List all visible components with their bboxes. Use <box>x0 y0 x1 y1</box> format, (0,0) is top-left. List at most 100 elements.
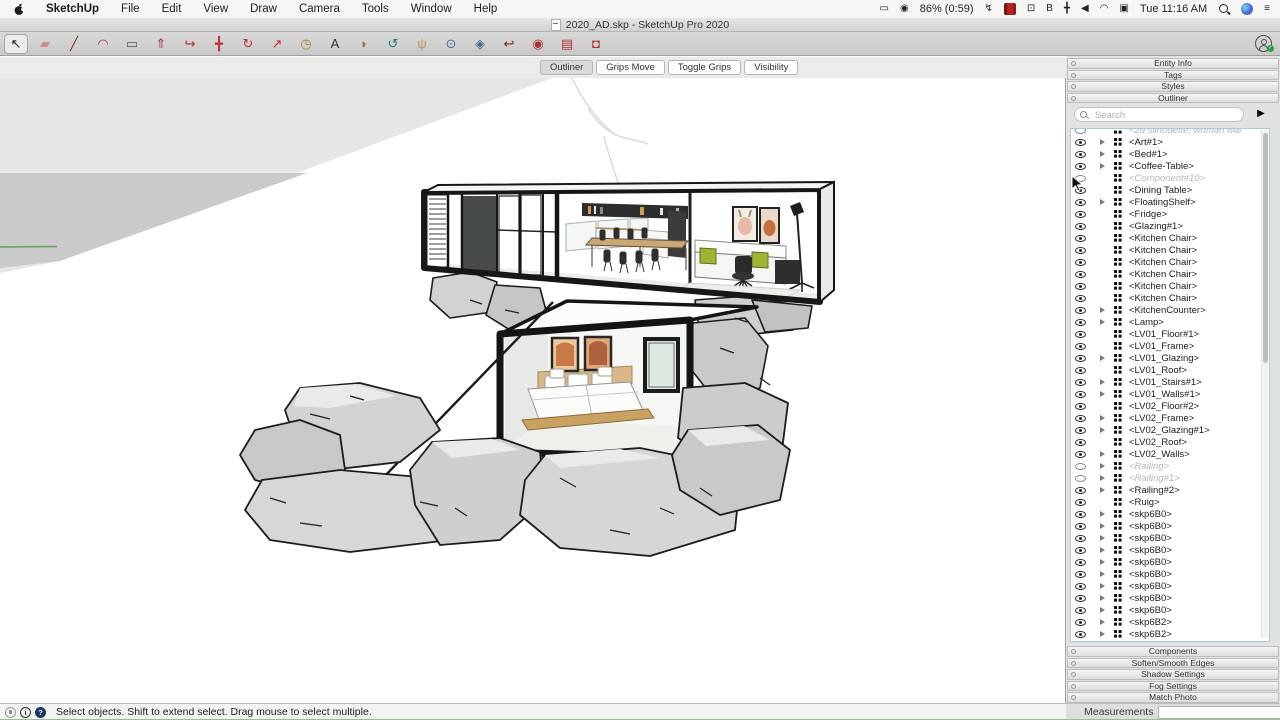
panel-fog-settings[interactable]: Fog Settings <box>1067 681 1279 692</box>
notification-center-icon[interactable]: ≡ <box>1264 0 1270 18</box>
visibility-eye-icon[interactable] <box>1075 391 1086 398</box>
outliner-row[interactable]: <LV02_Glazing#1> <box>1071 424 1269 436</box>
expand-arrow-icon[interactable] <box>1100 163 1105 169</box>
panel-entity-info[interactable]: Entity Info <box>1067 58 1279 69</box>
move-tool[interactable]: ╋ <box>207 34 231 54</box>
visibility-eye-icon[interactable] <box>1075 463 1086 470</box>
visibility-eye-icon[interactable] <box>1075 187 1086 194</box>
outliner-row[interactable]: <KitchenCounter> <box>1071 304 1269 316</box>
outliner-row[interactable]: <LV02_Frame> <box>1071 412 1269 424</box>
spotlight-icon[interactable] <box>1218 3 1230 15</box>
visibility-eye-icon[interactable] <box>1075 427 1086 434</box>
outliner-row[interactable]: <2d silhouette, woman wal <box>1071 128 1269 136</box>
geolocation-icon[interactable] <box>5 707 16 718</box>
outliner-row[interactable]: <Kitchen Chair> <box>1071 244 1269 256</box>
expand-arrow-icon[interactable] <box>1100 415 1105 421</box>
apple-menu[interactable] <box>0 3 35 16</box>
visibility-eye-icon[interactable] <box>1075 559 1086 566</box>
outliner-row[interactable]: <LV01_Frame> <box>1071 340 1269 352</box>
menu-draw[interactable]: Draw <box>239 0 288 18</box>
outliner-row[interactable]: <Coffee-Table> <box>1071 160 1269 172</box>
expand-arrow-icon[interactable] <box>1100 391 1105 397</box>
rotate-tool[interactable]: ↻ <box>236 34 260 54</box>
outliner-row[interactable]: <LV02_Roof> <box>1071 436 1269 448</box>
visibility-eye-icon[interactable] <box>1075 343 1086 350</box>
previous-view-tool[interactable]: ↩ <box>497 34 521 54</box>
outliner-row[interactable]: <LV01_Floor#1> <box>1071 328 1269 340</box>
visibility-eye-icon[interactable] <box>1075 475 1086 482</box>
rectangle-tool[interactable]: ▭ <box>120 34 144 54</box>
help-icon[interactable]: ? <box>35 707 46 718</box>
info-icon[interactable]: i <box>20 707 31 718</box>
charging-icon[interactable]: ↯ <box>985 0 993 18</box>
tape-measure-tool[interactable]: ◷ <box>294 34 318 54</box>
outliner-row[interactable]: <skp6B0> <box>1071 604 1269 616</box>
visibility-eye-icon[interactable] <box>1075 631 1086 638</box>
wifi-icon[interactable]: ◠ <box>1100 0 1109 18</box>
visibility-eye-icon[interactable] <box>1075 211 1086 218</box>
visibility-eye-icon[interactable] <box>1075 607 1086 614</box>
expand-arrow-icon[interactable] <box>1100 631 1105 637</box>
panel-soften-smooth-edges[interactable]: Soften/Smooth Edges <box>1067 658 1279 669</box>
outliner-row[interactable]: <skp6B0> <box>1071 580 1269 592</box>
expand-arrow-icon[interactable] <box>1100 487 1105 493</box>
outliner-row[interactable]: <skp6B2> <box>1071 616 1269 628</box>
look-around-tool[interactable]: ◉ <box>526 34 550 54</box>
menu-file[interactable]: File <box>110 0 151 18</box>
menu-help[interactable]: Help <box>463 0 509 18</box>
model-info-tool[interactable]: ◘ <box>584 34 608 54</box>
outliner-scrollbar[interactable] <box>1261 130 1268 638</box>
outliner-row[interactable]: <LV01_Roof> <box>1071 364 1269 376</box>
expand-arrow-icon[interactable] <box>1100 463 1105 469</box>
export-tool[interactable]: ▤ <box>555 34 579 54</box>
push-pull-tool[interactable]: ⇑ <box>149 34 173 54</box>
outliner-row[interactable]: <skp6B0> <box>1071 508 1269 520</box>
visibility-eye-icon[interactable] <box>1075 271 1086 278</box>
panel-match-photo[interactable]: Match Photo <box>1067 692 1279 703</box>
expand-arrow-icon[interactable] <box>1100 511 1105 517</box>
display-mirror-icon[interactable]: ▭ <box>880 0 889 18</box>
zoom-tool[interactable]: ⊙ <box>439 34 463 54</box>
outliner-row[interactable]: <skp6B0> <box>1071 532 1269 544</box>
siri-icon[interactable] <box>1241 3 1253 15</box>
outliner-row[interactable]: <skp6B0> <box>1071 556 1269 568</box>
volume-icon[interactable]: ◀ <box>1081 0 1089 18</box>
visibility-eye-icon[interactable] <box>1075 403 1086 410</box>
outliner-row[interactable]: <Dining Table> <box>1071 184 1269 196</box>
visibility-eye-icon[interactable] <box>1075 128 1086 134</box>
expand-arrow-icon[interactable] <box>1100 451 1105 457</box>
viewport-button-outliner[interactable]: Outliner <box>540 60 593 75</box>
visibility-eye-icon[interactable] <box>1075 439 1086 446</box>
viewport-button-toggle-grips[interactable]: Toggle Grips <box>668 60 741 75</box>
zoom-extents-tool[interactable]: ◈ <box>468 34 492 54</box>
follow-me-tool[interactable]: ↪ <box>178 34 202 54</box>
eraser-tool[interactable]: ▰ <box>33 34 57 54</box>
expand-arrow-icon[interactable] <box>1100 535 1105 541</box>
expand-arrow-icon[interactable] <box>1100 139 1105 145</box>
panel-outliner[interactable]: Outliner <box>1067 93 1279 104</box>
input-source-icon[interactable]: ▣ <box>1119 0 1128 18</box>
visibility-eye-icon[interactable] <box>1075 595 1086 602</box>
visibility-eye-icon[interactable] <box>1075 619 1086 626</box>
visibility-eye-icon[interactable] <box>1075 259 1086 266</box>
outliner-row[interactable]: <skp6B0> <box>1071 592 1269 604</box>
viewport-button-grips-move[interactable]: Grips Move <box>596 60 665 75</box>
outliner-row[interactable]: <Fridge> <box>1071 208 1269 220</box>
panel-styles[interactable]: Styles <box>1067 81 1279 92</box>
outliner-row[interactable]: <LV01_Glazing> <box>1071 352 1269 364</box>
panel-shadow-settings[interactable]: Shadow Settings <box>1067 669 1279 680</box>
expand-arrow-icon[interactable] <box>1100 319 1105 325</box>
expand-arrow-icon[interactable] <box>1100 475 1105 481</box>
expand-arrow-icon[interactable] <box>1100 595 1105 601</box>
visibility-eye-icon[interactable] <box>1075 583 1086 590</box>
expand-arrow-icon[interactable] <box>1100 199 1105 205</box>
scale-tool[interactable]: ↗ <box>265 34 289 54</box>
visibility-eye-icon[interactable] <box>1075 295 1086 302</box>
menu-window[interactable]: Window <box>400 0 463 18</box>
panel-tags[interactable]: Tags <box>1067 70 1279 81</box>
outliner-row[interactable]: <Ruig> <box>1071 496 1269 508</box>
document-b-icon[interactable]: B <box>1046 0 1053 18</box>
expand-arrow-icon[interactable] <box>1100 583 1105 589</box>
visibility-eye-icon[interactable] <box>1075 499 1086 506</box>
visibility-eye-icon[interactable] <box>1075 139 1086 146</box>
